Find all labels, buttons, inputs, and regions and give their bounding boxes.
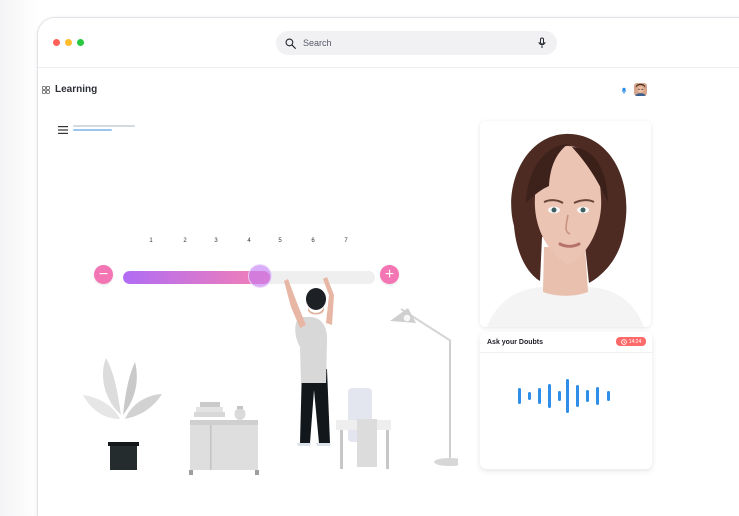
doubts-panel: Ask your Doubts 14:24	[480, 332, 652, 469]
scale-label-6: 6	[311, 238, 315, 244]
title-bar: Search	[38, 18, 739, 68]
scale-label-4: 4	[247, 238, 251, 244]
user-avatar[interactable]	[634, 83, 647, 96]
chair	[336, 388, 391, 469]
hamburger-icon[interactable]	[58, 126, 68, 134]
toolbar-line-primary	[73, 125, 135, 127]
search-placeholder: Search	[303, 38, 332, 48]
content-toolbar	[58, 124, 138, 136]
scale-label-5: 5	[278, 238, 282, 244]
page-title: Learning	[55, 84, 98, 95]
floor-plant	[83, 358, 162, 470]
video-feed[interactable]	[480, 121, 651, 327]
scale-label-3: 3	[214, 238, 218, 244]
doubts-header: Ask your Doubts 14:24	[480, 332, 652, 353]
search-bar[interactable]: Search	[276, 31, 557, 55]
search-icon	[285, 38, 296, 49]
timer-text: 14:24	[628, 338, 642, 345]
doubts-title: Ask your Doubts	[487, 339, 544, 346]
bell-icon[interactable]	[620, 86, 628, 94]
window-maximize-button[interactable]	[77, 39, 84, 46]
audio-wave-icon[interactable]	[480, 376, 652, 416]
learning-illustration	[83, 277, 458, 475]
page-header: Learning	[38, 82, 739, 102]
window-minimize-button[interactable]	[65, 39, 72, 46]
scale-label-2: 2	[183, 238, 187, 244]
toolbar-line-secondary	[73, 129, 112, 131]
window-controls	[53, 39, 84, 46]
person-figure	[284, 277, 334, 446]
scale-label-7: 7	[344, 238, 348, 244]
microphone-icon[interactable]	[537, 37, 547, 49]
cabinet	[189, 402, 259, 475]
grid-icon[interactable]	[42, 86, 50, 94]
lamp	[390, 308, 458, 466]
person-video-feed	[480, 121, 651, 327]
timer-badge: 14:24	[616, 337, 646, 346]
app-stage: Search Learning 1 2 3 4 5 6 7 − + Ask yo…	[0, 0, 739, 516]
scale-label-1: 1	[149, 238, 153, 244]
clock-icon	[620, 338, 627, 345]
browser-window: Search Learning 1 2 3 4 5 6 7 − + Ask yo…	[37, 17, 739, 516]
window-close-button[interactable]	[53, 39, 60, 46]
